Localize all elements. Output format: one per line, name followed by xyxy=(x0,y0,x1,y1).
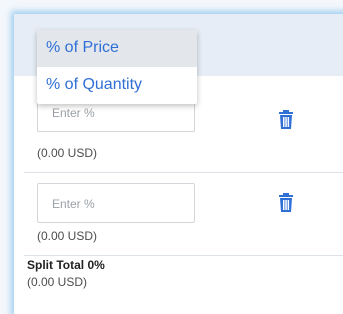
split-panel-container: Enter % (0.00 USD) Enter % (0.00 USD) Sp… xyxy=(0,0,343,314)
split-type-dropdown: % of Price % of Quantity xyxy=(37,30,197,104)
percent-input[interactable]: Enter % xyxy=(37,183,195,223)
trash-icon[interactable] xyxy=(277,193,295,213)
row-usd-value: (0.00 USD) xyxy=(37,146,98,160)
row-usd-value: (0.00 USD) xyxy=(37,229,98,243)
trash-icon[interactable] xyxy=(277,110,295,130)
split-total: Split Total 0% (0.00 USD) xyxy=(27,258,105,289)
split-total-label: Split Total 0% xyxy=(27,258,105,272)
option-percent-of-price[interactable]: % of Price xyxy=(37,30,197,67)
option-percent-of-quantity[interactable]: % of Quantity xyxy=(37,67,197,104)
split-total-usd: (0.00 USD) xyxy=(27,275,88,289)
split-row: Enter % (0.00 USD) xyxy=(24,173,343,256)
